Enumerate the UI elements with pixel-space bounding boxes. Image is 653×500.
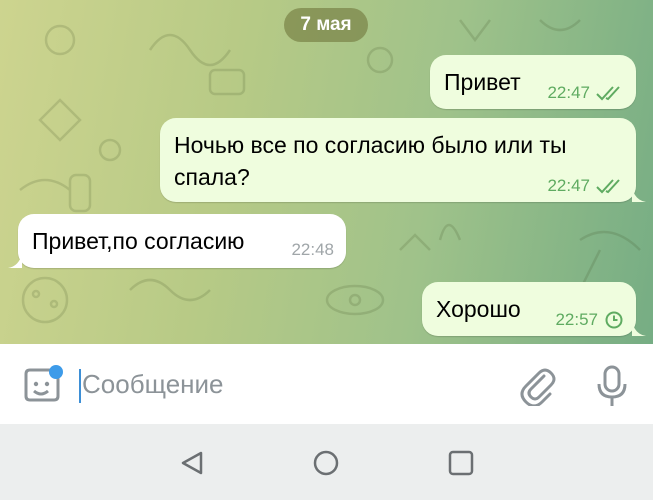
bubble-tail <box>8 252 22 268</box>
paperclip-icon <box>520 368 556 408</box>
chat-area[interactable]: 7 мая Привет 22:47 Ночью все по согласию… <box>0 0 653 344</box>
system-navigation-bar <box>0 424 653 500</box>
message-meta: 22:57 <box>555 310 624 330</box>
message-text: Привет <box>444 69 521 95</box>
home-button[interactable] <box>311 448 341 478</box>
recents-icon <box>448 450 474 476</box>
read-double-check-icon <box>596 179 620 194</box>
message-text: Привет,по согласию <box>32 228 245 254</box>
message-time: 22:57 <box>555 310 598 329</box>
read-double-check-icon <box>596 86 620 101</box>
text-cursor <box>79 369 81 403</box>
bubble-tail <box>632 186 646 202</box>
back-icon <box>181 451 203 475</box>
message-bubble-outgoing[interactable]: Привет 22:47 <box>430 55 636 109</box>
attach-button[interactable] <box>520 366 556 408</box>
message-bubble-incoming[interactable]: Привет,по согласию 22:48 <box>8 214 346 268</box>
back-button[interactable] <box>178 448 208 478</box>
pending-clock-icon <box>605 311 623 329</box>
message-time: 22:47 <box>547 83 590 102</box>
message-meta: 22:47 <box>547 83 624 103</box>
message-composer: Сообщение <box>0 344 653 424</box>
message-bubble-outgoing[interactable]: Хорошо 22:57 <box>422 282 646 336</box>
message-meta: 22:48 <box>291 240 334 260</box>
message-text: Ночью все по согласию было или ты спала? <box>174 132 567 190</box>
message-bubble-outgoing[interactable]: Ночью все по согласию было или ты спала?… <box>160 118 646 202</box>
message-time: 22:48 <box>291 240 334 259</box>
sticker-button[interactable] <box>20 364 64 408</box>
message-input[interactable]: Сообщение <box>82 366 224 402</box>
date-separator: 7 мая <box>284 8 368 42</box>
message-meta: 22:47 <box>547 176 624 196</box>
microphone-icon <box>597 365 627 406</box>
sticker-icon <box>24 365 63 402</box>
message-time: 22:47 <box>547 176 590 195</box>
home-icon <box>313 450 339 476</box>
bubble-tail <box>632 320 646 336</box>
voice-button[interactable] <box>594 364 630 410</box>
recents-button[interactable] <box>446 448 476 478</box>
message-text: Хорошо <box>436 296 521 322</box>
